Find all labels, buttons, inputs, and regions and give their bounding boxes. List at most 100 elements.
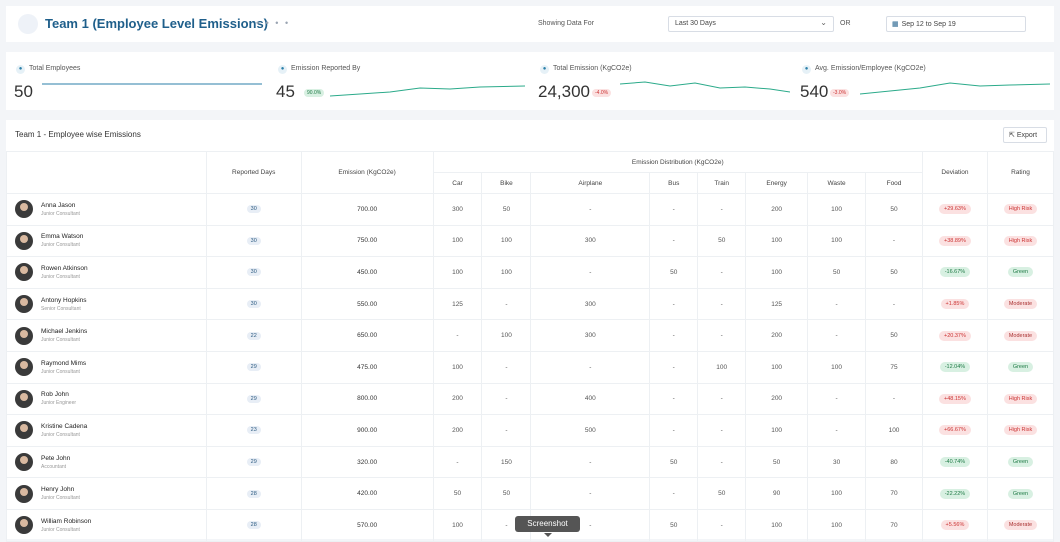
table-row[interactable]: Pete John Accountant 29 320.00-150-50-50 30 8… <box>6 445 1055 479</box>
waste-cell: - <box>807 382 867 416</box>
col-energy[interactable]: Energy <box>745 172 809 194</box>
rating-badge: Green <box>1007 267 1034 278</box>
col-reported-days[interactable]: Reported Days <box>205 151 302 194</box>
employee-cell[interactable]: Henry John Junior Consultant <box>6 477 207 510</box>
or-label: OR <box>840 20 851 27</box>
date-range-select[interactable]: Last 30 Days ⌄ <box>668 16 834 32</box>
table-row[interactable]: Antony Hopkins Senior Consultant 30 550.00 1… <box>6 287 1055 321</box>
date-picker[interactable]: ▦ Sep 12 to Sep 19 <box>886 16 1026 32</box>
bus-cell: - <box>649 477 699 510</box>
avatar <box>15 263 33 282</box>
deviation-cell: +38.89% <box>921 224 988 258</box>
train-cell: 50 <box>697 477 747 510</box>
table-row[interactable]: Anna Jason Junior Consultant 30 700.00 300 50… <box>6 193 1055 226</box>
stat-label: Total Emission (KgCO2e) <box>553 65 632 72</box>
employee-cell[interactable]: Michael Jenkins Junior Consultant <box>6 319 207 352</box>
rating-badge: Moderate <box>1003 299 1038 310</box>
energy-cell: 90 <box>745 477 809 510</box>
employee-role: Junior Consultant <box>41 273 80 280</box>
export-icon: ⇱ <box>1009 132 1017 139</box>
employee-cell[interactable]: Kristine Cadena Junior Consultant <box>6 414 207 447</box>
avatar <box>15 200 33 219</box>
export-button[interactable]: ⇱ Export <box>1003 127 1047 143</box>
employee-name: Emma Watson <box>41 233 84 241</box>
col-airplane[interactable]: Airplane <box>530 172 651 194</box>
employee-cell[interactable]: Rowen Atkinson Junior Consultant <box>6 256 207 289</box>
col-deviation[interactable]: Deviation <box>921 151 988 194</box>
stat-value: 45 <box>276 82 295 101</box>
reported-days-badge: 28 <box>246 489 261 498</box>
emission-cell: 420.00 <box>300 477 434 510</box>
table-row[interactable]: Michael Jenkins Junior Consultant 22 650.00… <box>6 319 1055 352</box>
table-row[interactable]: Rob John Junior Engineer 29 800.00 200-400- -… <box>6 382 1055 416</box>
avatar <box>15 358 33 377</box>
employee-role: Accountant <box>41 463 67 470</box>
col-bus[interactable]: Bus <box>649 172 699 194</box>
panel-title: Team 1 - Employee wise Emissions <box>15 130 141 139</box>
reported-days-cell: 29 <box>205 445 302 479</box>
deviation-badge: -16.67% <box>939 267 971 278</box>
car-cell: 100 <box>432 256 483 289</box>
stat-badge: -3.0% <box>830 89 850 97</box>
airplane-cell: - <box>530 445 651 479</box>
reported-days-cell: 28 <box>205 477 302 510</box>
waste-cell: 100 <box>807 350 867 384</box>
rating-cell: High Risk <box>986 224 1055 258</box>
table-row[interactable]: Emma Watson Junior Consultant 30 750.00 100 1… <box>6 224 1055 258</box>
bus-cell: - <box>649 414 699 447</box>
col-bike[interactable]: Bike <box>481 172 532 194</box>
food-cell: 100 <box>865 414 923 447</box>
energy-cell: 100 <box>745 224 809 258</box>
employee-role: Junior Consultant <box>41 526 80 533</box>
col-car[interactable]: Car <box>432 172 483 194</box>
table-row[interactable]: Rowen Atkinson Junior Consultant 30 450.00 1… <box>6 256 1055 289</box>
reported-days-badge: 30 <box>246 300 261 309</box>
bike-cell: - <box>481 414 532 447</box>
food-cell: - <box>865 224 923 258</box>
bus-cell: - <box>649 193 699 226</box>
energy-cell: 200 <box>745 193 809 226</box>
train-cell: - <box>697 445 747 479</box>
deviation-badge: -22.22% <box>939 488 971 499</box>
stat-value: 50 <box>14 82 33 101</box>
col-waste[interactable]: Waste <box>807 172 867 194</box>
employee-cell[interactable]: Emma Watson Junior Consultant <box>6 224 207 258</box>
employee-cell[interactable]: Antony Hopkins Senior Consultant <box>6 287 207 321</box>
deviation-cell: +1.85% <box>921 287 988 321</box>
screenshot-tooltip: Screenshot <box>515 516 580 537</box>
table-row[interactable]: Henry John Junior Consultant 28 420.00 50 50-… <box>6 477 1055 510</box>
employee-cell[interactable]: Pete John Accountant <box>6 445 207 479</box>
reported-days-badge: 23 <box>246 426 261 435</box>
food-cell: - <box>865 287 923 321</box>
employee-name: Rob John <box>41 391 69 399</box>
employee-name: Antony Hopkins <box>41 296 87 304</box>
col-emission[interactable]: Emission (KgCO2e) <box>300 151 434 194</box>
employee-cell[interactable]: Rob John Junior Engineer <box>6 382 207 416</box>
employee-cell[interactable]: Raymond Mims Junior Consultant <box>6 350 207 384</box>
table-row[interactable]: Kristine Cadena Junior Consultant 23 900.00… <box>6 414 1055 447</box>
col-food[interactable]: Food <box>865 172 923 194</box>
food-cell: 50 <box>865 193 923 226</box>
rating-badge: Green <box>1007 488 1034 499</box>
showing-label: Showing Data For <box>538 20 595 27</box>
employee-cell[interactable]: William Robinson Junior Consultant <box>6 508 207 542</box>
avatar <box>15 295 33 314</box>
col-train[interactable]: Train <box>697 172 747 194</box>
energy-cell: 125 <box>745 287 809 321</box>
employee-name: William Robinson <box>41 517 92 525</box>
employee-cell[interactable]: Anna Jason Junior Consultant <box>6 193 207 226</box>
employee-role: Junior Consultant <box>41 431 80 438</box>
col-rating[interactable]: Rating <box>986 151 1055 194</box>
rating-badge: Moderate <box>1003 520 1038 531</box>
rating-cell: High Risk <box>986 193 1055 226</box>
stat-value: 24,300 <box>538 82 590 101</box>
avatar <box>15 484 33 503</box>
reported-days-cell: 22 <box>205 319 302 352</box>
train-cell: - <box>697 256 747 289</box>
calendar-icon: ▦ <box>892 21 899 28</box>
table-row[interactable]: Raymond Mims Junior Consultant 29 475.00 100… <box>6 350 1055 384</box>
rating-badge: High Risk <box>1003 425 1038 436</box>
car-cell: 200 <box>432 382 483 416</box>
employee-name: Michael Jenkins <box>41 328 88 336</box>
deviation-cell: +5.56% <box>921 508 988 542</box>
